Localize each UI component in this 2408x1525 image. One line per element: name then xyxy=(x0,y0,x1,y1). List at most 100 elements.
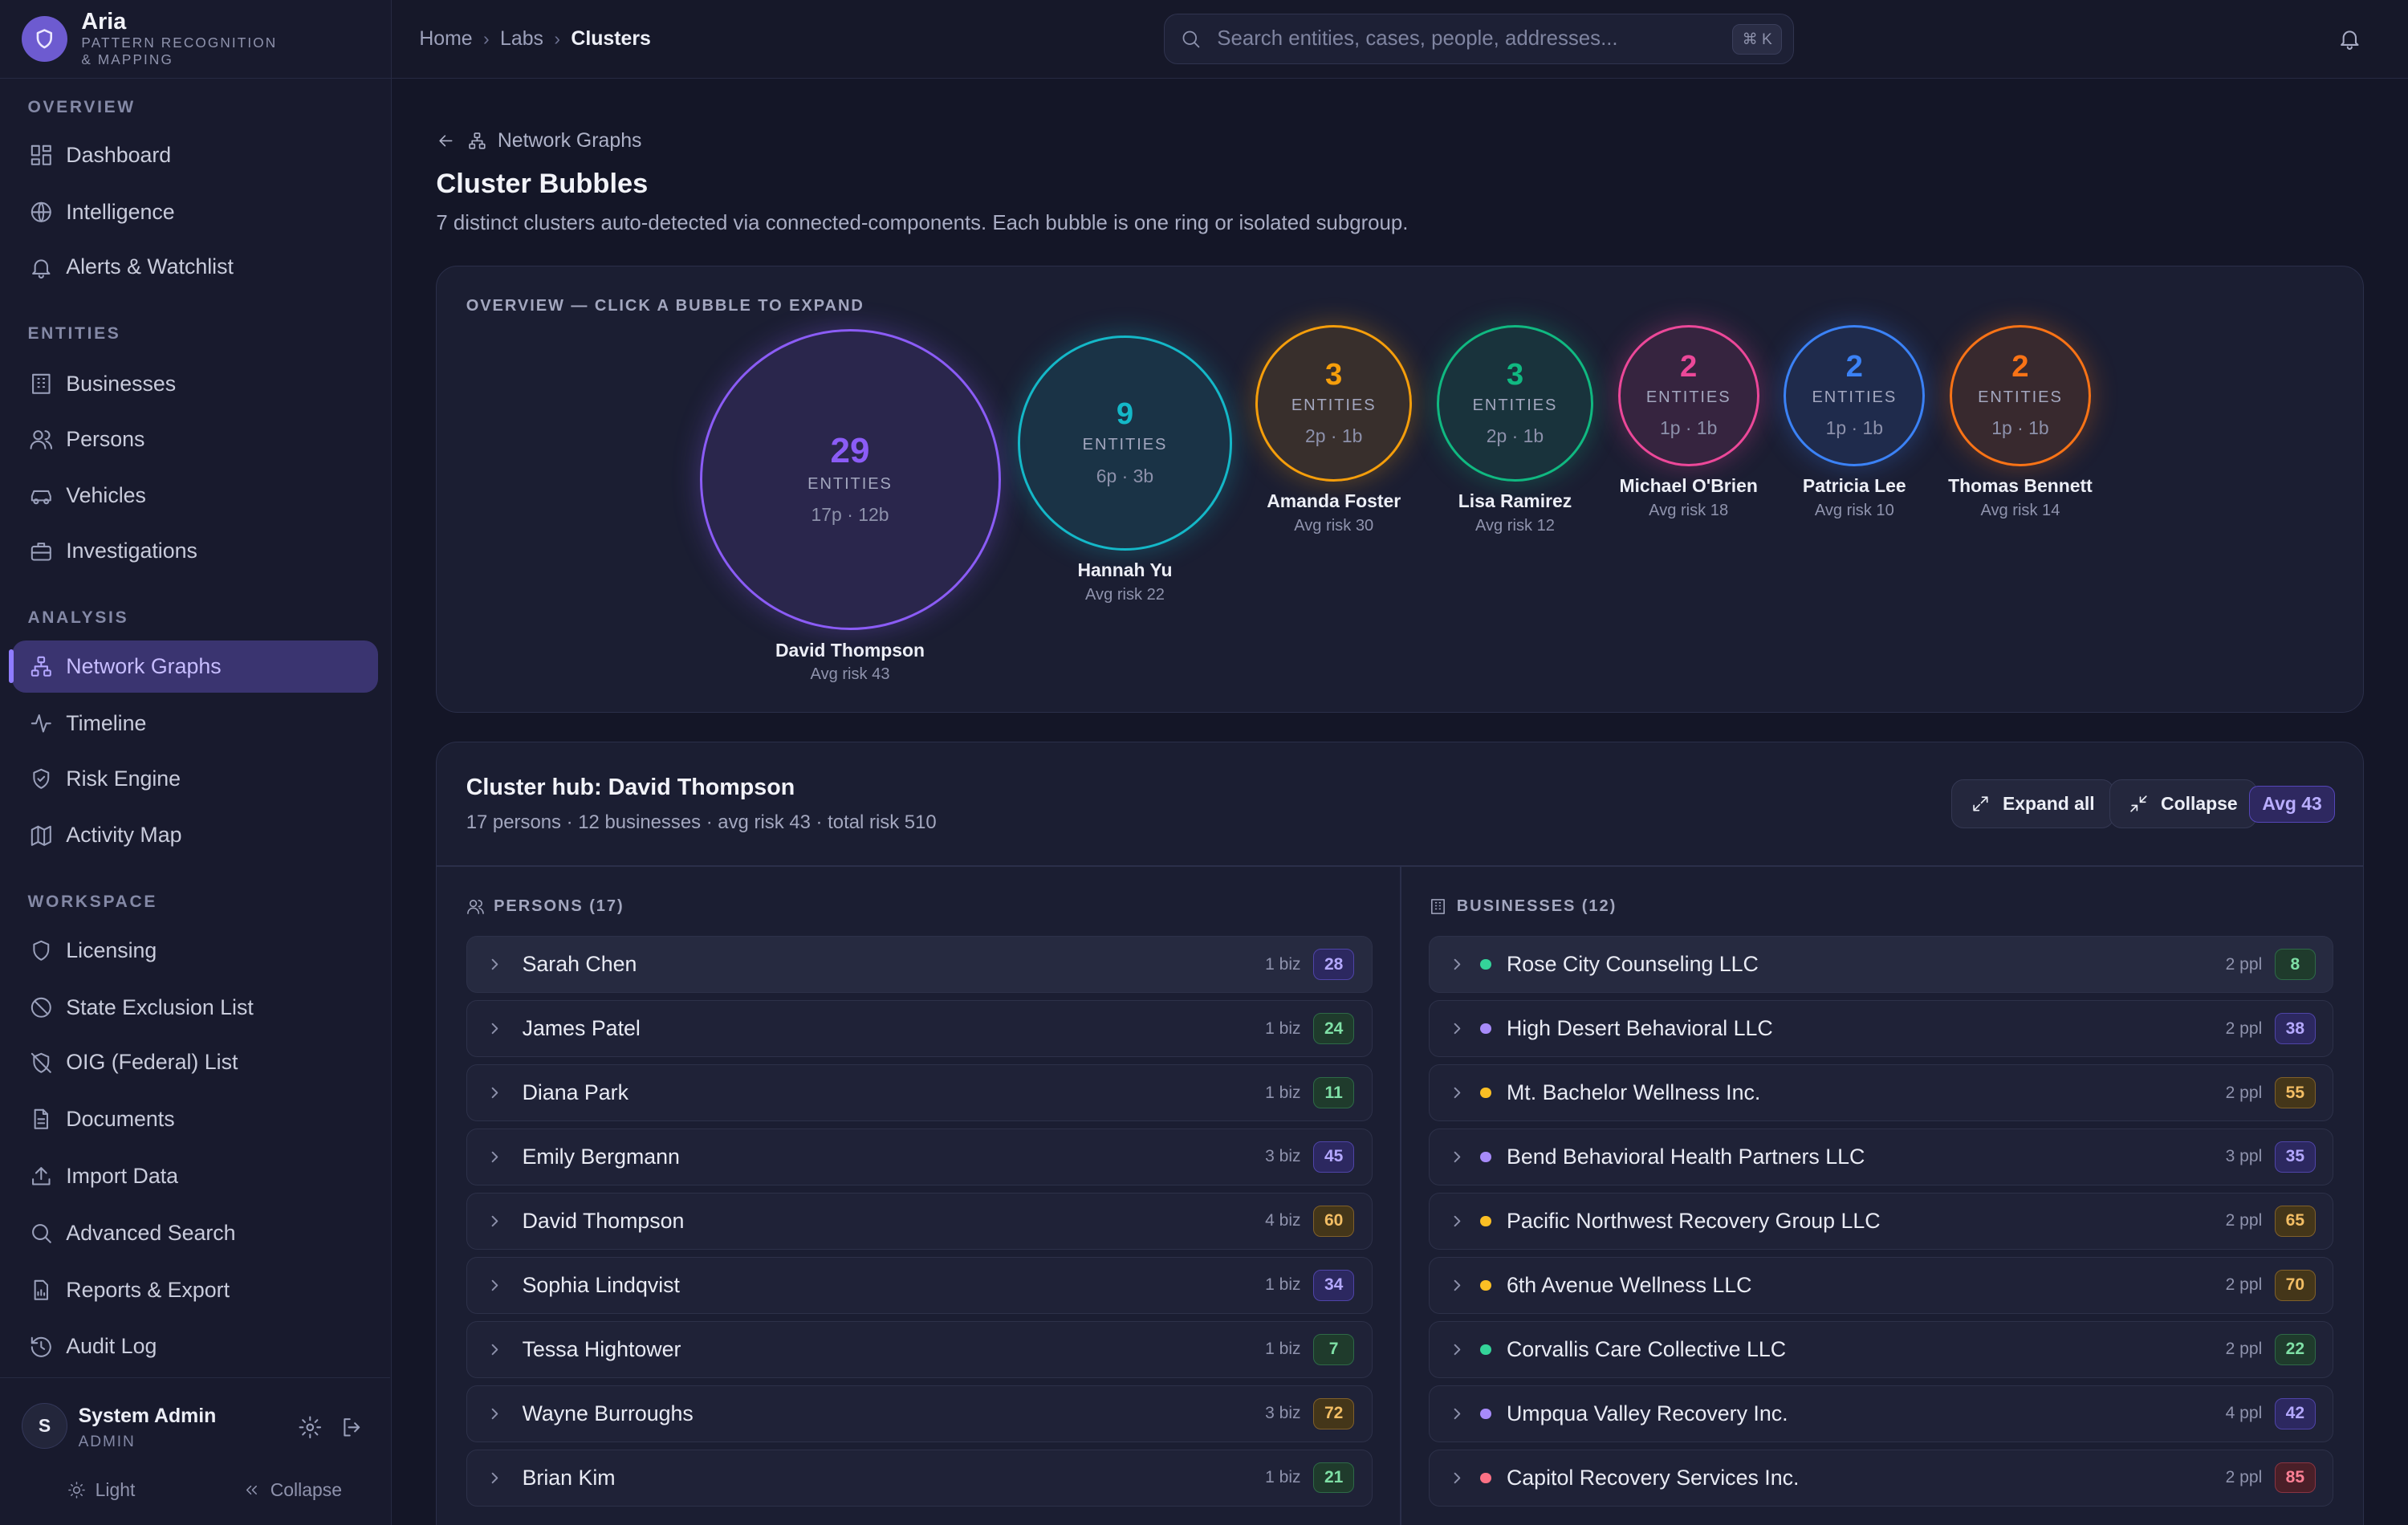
nav-section-workspace: WORKSPACE xyxy=(27,892,158,911)
sidebar-item-audit-log[interactable]: Audit Log xyxy=(12,1320,377,1372)
chevron-right-icon[interactable] xyxy=(486,955,504,974)
cluster-avg-risk: Avg risk 14 xyxy=(1980,501,2060,519)
chevron-right-icon[interactable] xyxy=(1448,1469,1466,1487)
risk-score-badge: 72 xyxy=(1312,1398,1355,1429)
search-input[interactable] xyxy=(1217,27,1709,51)
notifications-bell-icon[interactable] xyxy=(2337,26,2362,51)
cluster-hub-name[interactable]: David Thompson xyxy=(775,640,925,661)
chevron-right-icon[interactable] xyxy=(486,1019,504,1038)
cluster-bubble[interactable]: 2 ENTITIES 1p · 1b xyxy=(1784,324,1926,466)
logout-icon[interactable] xyxy=(340,1415,364,1440)
expand-all-button[interactable]: Expand all xyxy=(1950,779,2114,829)
sidebar-item-vehicles[interactable]: Vehicles xyxy=(12,470,377,522)
chevron-right-icon[interactable] xyxy=(1448,1212,1466,1230)
sidebar-item-timeline[interactable]: Timeline xyxy=(12,697,377,750)
chevron-right-icon[interactable] xyxy=(486,1405,504,1423)
cluster-bubble[interactable]: 29 ENTITIES 17p · 12b xyxy=(699,329,1001,631)
back-link[interactable]: Network Graphs xyxy=(436,129,641,152)
person-row[interactable]: James Patel 1 biz 24 xyxy=(466,1000,1373,1057)
global-search[interactable]: ⌘ K xyxy=(1164,14,1794,65)
sidebar-item-state-exclusion[interactable]: State Exclusion List xyxy=(12,982,377,1034)
cluster-hub-name[interactable]: Lisa Ramirez xyxy=(1458,490,1572,512)
sidebar-item-persons[interactable]: Persons xyxy=(12,413,377,466)
breadcrumb-home[interactable]: Home xyxy=(419,27,472,51)
cluster-bubble[interactable]: 9 ENTITIES 6p · 3b xyxy=(1017,336,1233,551)
collapse-button[interactable]: Collapse xyxy=(2109,779,2257,829)
sidebar-item-reports[interactable]: Reports & Export xyxy=(12,1264,377,1316)
business-row[interactable]: Mt. Bachelor Wellness Inc. 2 ppl 55 xyxy=(1429,1064,2334,1121)
business-name: High Desert Behavioral LLC xyxy=(1506,1016,1773,1041)
minimize-icon xyxy=(2129,794,2149,814)
sidebar-item-businesses[interactable]: Businesses xyxy=(12,358,377,410)
collapse-sidebar-button[interactable]: Collapse xyxy=(242,1479,342,1501)
sidebar-item-activity-map[interactable]: Activity Map xyxy=(12,809,377,861)
risk-score-badge: 42 xyxy=(2274,1398,2316,1429)
person-row[interactable]: Wayne Burroughs 3 biz 72 xyxy=(466,1385,1373,1442)
chevron-right-icon[interactable] xyxy=(1448,1340,1466,1359)
chevron-right-icon[interactable] xyxy=(1448,1148,1466,1166)
sidebar-item-dashboard[interactable]: Dashboard xyxy=(12,129,377,181)
cluster-hub-name[interactable]: Michael O'Brien xyxy=(1619,475,1757,497)
chevron-right-icon[interactable] xyxy=(486,1084,504,1102)
person-row[interactable]: Sophia Lindqvist 1 biz 34 xyxy=(466,1257,1373,1314)
cluster-hub-name[interactable]: Amanda Foster xyxy=(1267,490,1401,512)
breadcrumb-labs[interactable]: Labs xyxy=(500,27,543,51)
business-row[interactable]: Rose City Counseling LLC 2 ppl 8 xyxy=(1429,936,2334,993)
sidebar-item-risk-engine[interactable]: Risk Engine xyxy=(12,753,377,805)
cluster-mix: 1p · 1b xyxy=(1659,417,1718,439)
chevron-right-icon[interactable] xyxy=(486,1469,504,1487)
chevron-right-icon[interactable] xyxy=(1448,1276,1466,1295)
people-count: 2 ppl xyxy=(2225,1275,2263,1295)
person-row[interactable]: Sarah Chen 1 biz 28 xyxy=(466,936,1373,993)
sidebar-item-network-graphs[interactable]: Network Graphs xyxy=(9,640,378,693)
chevron-right-icon[interactable] xyxy=(1448,955,1466,974)
sidebar-item-documents[interactable]: Documents xyxy=(12,1093,377,1145)
cluster-bubble[interactable]: 3 ENTITIES 2p · 1b xyxy=(1436,324,1594,482)
person-row[interactable]: Tessa Hightower 1 biz 7 xyxy=(466,1321,1373,1378)
chevron-right-icon[interactable] xyxy=(486,1212,504,1230)
person-name: Diana Park xyxy=(522,1080,628,1104)
business-row[interactable]: 6th Avenue Wellness LLC 2 ppl 70 xyxy=(1429,1257,2334,1314)
cluster-hub-name[interactable]: Patricia Lee xyxy=(1803,475,1906,497)
chevron-right-icon[interactable] xyxy=(1448,1405,1466,1423)
cluster-entity-count: 2 xyxy=(2011,349,2029,384)
theme-toggle[interactable]: Light xyxy=(67,1479,135,1501)
sidebar-item-import-data[interactable]: Import Data xyxy=(12,1150,377,1202)
persons-header: PERSONS (17) xyxy=(466,897,624,916)
cluster-hub-name[interactable]: Thomas Bennett xyxy=(1948,475,2093,497)
cluster-hub-name[interactable]: Hannah Yu xyxy=(1077,559,1172,581)
chevron-right-icon[interactable] xyxy=(486,1340,504,1359)
chevron-right-icon[interactable] xyxy=(1448,1019,1466,1038)
person-row[interactable]: Diana Park 1 biz 11 xyxy=(466,1064,1373,1121)
chevron-right-icon[interactable] xyxy=(486,1148,504,1166)
cluster-entities-label: ENTITIES xyxy=(1978,388,2063,406)
business-row[interactable]: Pacific Northwest Recovery Group LLC 2 pp… xyxy=(1429,1193,2334,1250)
sidebar-item-licensing[interactable]: Licensing xyxy=(12,925,377,977)
person-row[interactable]: David Thompson 4 biz 60 xyxy=(466,1193,1373,1250)
cluster-bubble[interactable]: 3 ENTITIES 2p · 1b xyxy=(1255,324,1413,482)
sidebar-item-investigations[interactable]: Investigations xyxy=(12,525,377,577)
business-row[interactable]: High Desert Behavioral LLC 2 ppl 38 xyxy=(1429,1000,2334,1057)
person-row[interactable]: Emily Bergmann 3 biz 45 xyxy=(466,1128,1373,1185)
sidebar-item-alerts[interactable]: Alerts & Watchlist xyxy=(12,241,377,293)
cluster-avg-risk: Avg risk 10 xyxy=(1814,501,1894,519)
chevron-right-icon[interactable] xyxy=(1448,1084,1466,1102)
business-row[interactable]: Umpqua Valley Recovery Inc. 4 ppl 42 xyxy=(1429,1385,2334,1442)
business-row[interactable]: Corvallis Care Collective LLC 2 ppl 22 xyxy=(1429,1321,2334,1378)
business-name: Pacific Northwest Recovery Group LLC xyxy=(1506,1208,1881,1233)
gear-icon[interactable] xyxy=(298,1415,323,1440)
cluster-bubble[interactable]: 2 ENTITIES 1p · 1b xyxy=(1617,324,1759,466)
page-description: 7 distinct clusters auto-detected via co… xyxy=(436,212,1409,235)
chevron-right-icon[interactable] xyxy=(486,1276,504,1295)
avg-risk-badge: Avg 43 xyxy=(2249,785,2336,823)
sidebar-item-oig-list[interactable]: OIG (Federal) List xyxy=(12,1036,377,1088)
sidebar-item-intelligence[interactable]: Intelligence xyxy=(12,186,377,238)
business-row[interactable]: Capitol Recovery Services Inc. 2 ppl 85 xyxy=(1429,1449,2334,1507)
person-row[interactable]: Brian Kim 1 biz 21 xyxy=(466,1449,1373,1507)
avatar[interactable]: S xyxy=(21,1402,68,1450)
network-icon xyxy=(29,654,54,679)
cluster-bubble[interactable]: 2 ENTITIES 1p · 1b xyxy=(1949,324,2091,466)
person-name: Brian Kim xyxy=(522,1465,616,1490)
sidebar-item-advanced-search[interactable]: Advanced Search xyxy=(12,1207,377,1259)
business-row[interactable]: Bend Behavioral Health Partners LLC 3 ppl… xyxy=(1429,1128,2334,1185)
